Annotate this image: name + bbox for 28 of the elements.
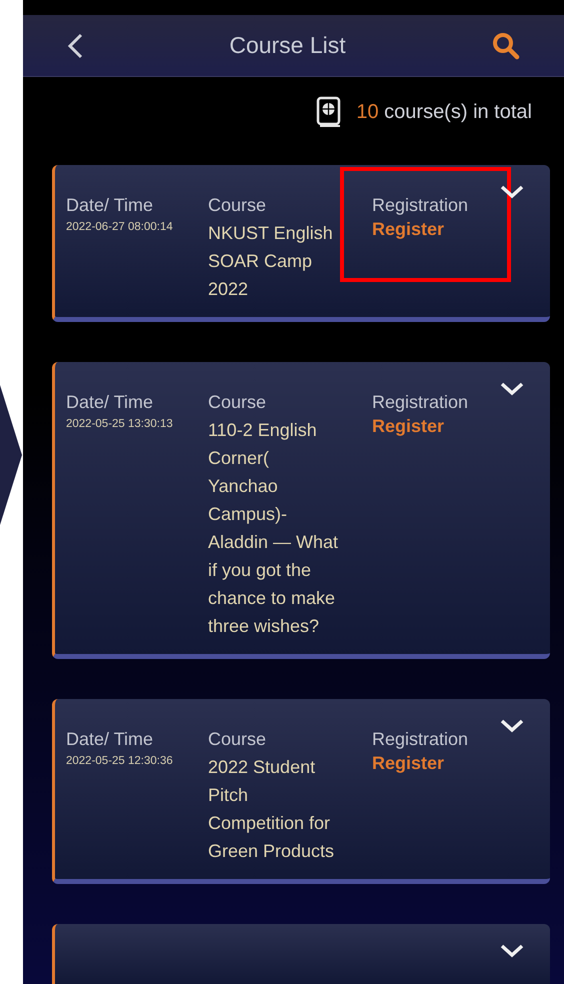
course-label: Course bbox=[208, 391, 268, 414]
date-time: 2022-05-25 12:30:36 bbox=[66, 755, 174, 767]
registration-label: Registration bbox=[372, 728, 468, 751]
course-title: 2022 Student Pitch Competition for Green Products bbox=[208, 756, 336, 863]
registration-label: Registration bbox=[372, 194, 468, 217]
page-title: Course List bbox=[229, 32, 346, 59]
back-icon[interactable] bbox=[67, 32, 83, 58]
book-globe-icon bbox=[316, 96, 342, 128]
course-title: NKUST English SOAR Camp 2022 bbox=[208, 222, 334, 301]
register-link[interactable]: Register bbox=[372, 416, 468, 437]
expand-chevron-icon[interactable] bbox=[500, 719, 524, 733]
course-label: Course bbox=[208, 728, 268, 751]
date-time: 2022-05-25 13:30:13 bbox=[66, 418, 174, 430]
expand-chevron-icon[interactable] bbox=[500, 185, 524, 199]
date-label: Date/ Time bbox=[66, 728, 154, 751]
course-label: Course bbox=[208, 194, 268, 217]
date-time: 2022-06-27 08:00:14 bbox=[66, 221, 174, 233]
date-label: Date/ Time bbox=[66, 194, 154, 217]
pointer-arrow-icon bbox=[0, 385, 22, 525]
register-link[interactable]: Register bbox=[372, 753, 468, 774]
registration-label: Registration bbox=[372, 391, 468, 414]
course-title: 110-2 English Corner( Yanchao Campus)- Aladdin — What if you got the chance to make three wishes? bbox=[208, 419, 340, 638]
date-label: Date/ Time bbox=[66, 391, 154, 414]
search-icon[interactable] bbox=[492, 32, 520, 60]
register-link[interactable]: Register bbox=[372, 219, 468, 240]
expand-chevron-icon[interactable] bbox=[500, 382, 524, 396]
expand-chevron-icon[interactable] bbox=[500, 944, 524, 958]
course-count-text: 10 course(s) in total bbox=[356, 100, 532, 124]
